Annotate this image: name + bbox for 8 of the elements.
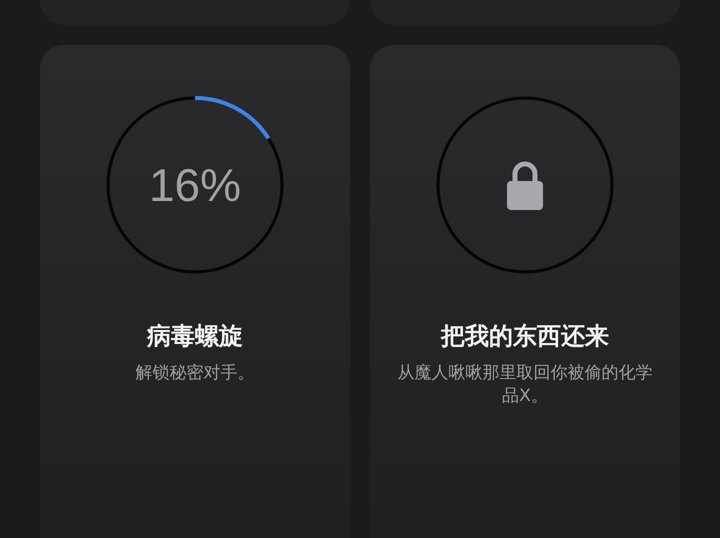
achievement-description: 从魔人啾啾那里取回你被偷的化学品X。 (396, 362, 654, 408)
achievement-title: 病毒螺旋 (147, 321, 243, 352)
achievement-card[interactable]: 把我的东西还来 从魔人啾啾那里取回你被偷的化学品X。 (370, 45, 680, 538)
lock-icon (506, 160, 544, 210)
achievement-card[interactable]: 16% 病毒螺旋 解锁秘密对手。 (40, 45, 350, 538)
progress-percent: 16% (148, 158, 242, 212)
achievement-title: 把我的东西还来 (441, 321, 609, 352)
achievement-description: 解锁秘密对手。 (134, 362, 256, 385)
